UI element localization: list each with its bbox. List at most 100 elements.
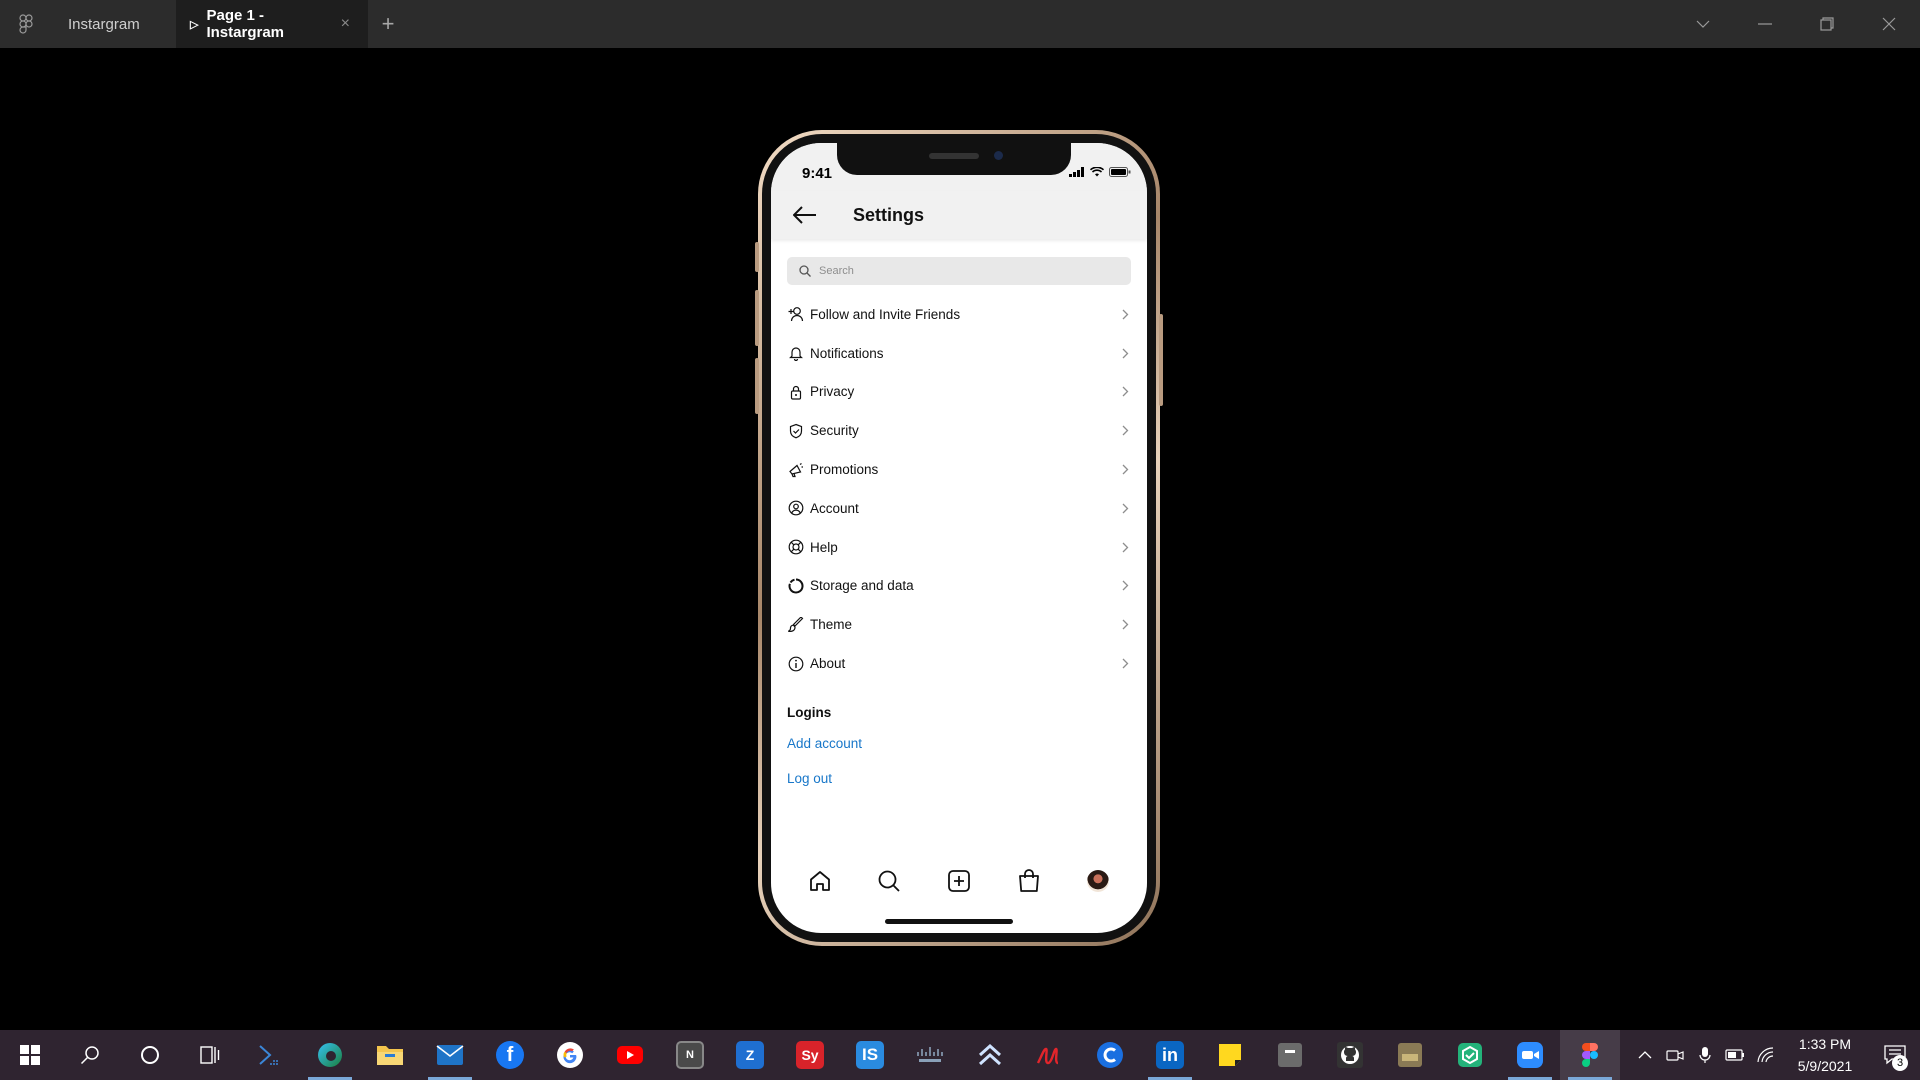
menu-item-theme[interactable]: Theme bbox=[771, 605, 1147, 644]
menu-item-label: About bbox=[810, 656, 846, 672]
taskbar-clock[interactable]: 1:33 PM 5/9/2021 bbox=[1780, 1033, 1870, 1077]
close-window-button[interactable] bbox=[1858, 0, 1920, 48]
cube-app-icon[interactable] bbox=[1440, 1030, 1500, 1080]
person-circle-icon bbox=[787, 499, 805, 517]
tab-active-label: Page 1 - Instargram bbox=[206, 7, 284, 41]
handwriting-app-icon[interactable] bbox=[1020, 1030, 1080, 1080]
terminal-app-icon[interactable] bbox=[1380, 1030, 1440, 1080]
bottom-tab-bar bbox=[771, 861, 1147, 901]
linkedin-app-icon[interactable]: in bbox=[1140, 1030, 1200, 1080]
chevron-right-icon bbox=[1119, 425, 1131, 437]
tab-instargram-file[interactable]: Instargram bbox=[52, 0, 176, 48]
figma-menu-icon[interactable] bbox=[0, 0, 52, 48]
back-arrow-icon[interactable] bbox=[791, 201, 819, 229]
c-app-icon[interactable] bbox=[1080, 1030, 1140, 1080]
new-post-icon[interactable] bbox=[943, 865, 975, 897]
vscode-icon[interactable] bbox=[240, 1030, 300, 1080]
search-input[interactable] bbox=[819, 265, 1069, 277]
home-icon[interactable] bbox=[804, 865, 836, 897]
chevron-right-icon bbox=[1119, 541, 1131, 553]
github-icon[interactable] bbox=[1320, 1030, 1380, 1080]
menu-item-storage-data[interactable]: Storage and data bbox=[771, 567, 1147, 606]
explore-search-icon[interactable] bbox=[873, 865, 905, 897]
menu-item-account[interactable]: Account bbox=[771, 489, 1147, 528]
menu-item-promotions[interactable]: Promotions bbox=[771, 450, 1147, 489]
log-out-link[interactable]: Log out bbox=[787, 761, 1131, 796]
zoho-app-icon[interactable]: Z bbox=[720, 1030, 780, 1080]
menu-item-notifications[interactable]: Notifications bbox=[771, 334, 1147, 373]
add-account-link[interactable]: Add account bbox=[787, 726, 1131, 761]
profile-avatar[interactable] bbox=[1082, 865, 1114, 897]
task-view-icon[interactable] bbox=[180, 1030, 240, 1080]
menu-item-label: Theme bbox=[810, 617, 853, 633]
windows-start-icon[interactable] bbox=[0, 1030, 60, 1080]
tab-page-1-prototype[interactable]: ▷ Page 1 - Instargram × bbox=[176, 0, 368, 48]
volume-up-button bbox=[755, 290, 759, 346]
edge-browser-icon[interactable] bbox=[300, 1030, 360, 1080]
chevron-right-icon bbox=[1119, 308, 1131, 320]
search-bar[interactable] bbox=[787, 257, 1131, 285]
chevron-right-icon bbox=[1119, 502, 1131, 514]
action-center-button[interactable]: 3 bbox=[1870, 1030, 1920, 1080]
chevron-right-icon bbox=[1119, 580, 1131, 592]
menu-item-follow-invite[interactable]: Follow and Invite Friends bbox=[771, 295, 1147, 334]
logins-section: Logins Add account Log out bbox=[771, 700, 1147, 796]
sticky-notes-icon[interactable] bbox=[1200, 1030, 1260, 1080]
is-app-icon[interactable]: IS bbox=[840, 1030, 900, 1080]
microphone-icon[interactable] bbox=[1690, 1030, 1720, 1080]
chevron-down-icon[interactable] bbox=[1672, 0, 1734, 48]
shop-bag-icon[interactable] bbox=[1013, 865, 1045, 897]
mute-switch bbox=[755, 242, 759, 272]
zoom-icon[interactable] bbox=[1500, 1030, 1560, 1080]
cisco-webex-icon[interactable] bbox=[900, 1030, 960, 1080]
menu-item-privacy[interactable]: Privacy bbox=[771, 373, 1147, 412]
add-tab-button[interactable]: + bbox=[368, 0, 408, 48]
symbolab-logo: Sy bbox=[796, 1041, 824, 1069]
mail-icon[interactable] bbox=[420, 1030, 480, 1080]
lock-icon bbox=[787, 383, 805, 401]
menu-item-label: Security bbox=[810, 423, 859, 439]
chevron-right-icon bbox=[1119, 619, 1131, 631]
page-title: Settings bbox=[853, 204, 925, 225]
settings-menu: Follow and Invite Friends Notifications … bbox=[771, 295, 1147, 683]
menu-item-label: Account bbox=[810, 500, 859, 516]
notion-app-icon[interactable]: N bbox=[660, 1030, 720, 1080]
prototype-canvas: 9:41 Settings Search Follow and Invite F… bbox=[0, 48, 1920, 1030]
menu-item-help[interactable]: Help bbox=[771, 528, 1147, 567]
menu-item-about[interactable]: About bbox=[771, 644, 1147, 683]
file-explorer-icon[interactable] bbox=[360, 1030, 420, 1080]
camera-usage-icon[interactable] bbox=[1660, 1030, 1690, 1080]
menu-item-label: Help bbox=[810, 539, 838, 555]
close-tab-icon[interactable]: × bbox=[341, 15, 350, 33]
search-icon bbox=[799, 265, 811, 277]
wifi-icon[interactable] bbox=[1750, 1030, 1780, 1080]
notch bbox=[837, 143, 1071, 175]
settings-header: Settings bbox=[771, 191, 1147, 239]
up-chevrons-app-icon[interactable] bbox=[960, 1030, 1020, 1080]
menu-item-security[interactable]: Security bbox=[771, 411, 1147, 450]
cortana-icon[interactable] bbox=[120, 1030, 180, 1080]
zoho-logo: Z bbox=[736, 1041, 764, 1069]
figma-icon[interactable] bbox=[1560, 1030, 1620, 1080]
phone-screen: 9:41 Settings Search Follow and Invite F… bbox=[771, 143, 1147, 933]
menu-item-label: Storage and data bbox=[810, 578, 914, 594]
battery-icon[interactable] bbox=[1720, 1030, 1750, 1080]
symbolab-app-icon[interactable]: Sy bbox=[780, 1030, 840, 1080]
chevron-up-icon[interactable] bbox=[1630, 1030, 1660, 1080]
bell-icon bbox=[787, 344, 805, 362]
status-bar: 9:41 bbox=[771, 143, 1147, 191]
battery-icon bbox=[1109, 167, 1131, 177]
menu-item-label: Privacy bbox=[810, 384, 855, 400]
windows-taskbar: f N Z Sy IS in 1:33 PM 5/9/2021 3 bbox=[0, 1030, 1920, 1080]
search-icon[interactable] bbox=[60, 1030, 120, 1080]
chevron-right-icon bbox=[1119, 347, 1131, 359]
restore-button[interactable] bbox=[1796, 0, 1858, 48]
archive-app-icon[interactable] bbox=[1260, 1030, 1320, 1080]
google-icon[interactable] bbox=[540, 1030, 600, 1080]
youtube-icon[interactable] bbox=[600, 1030, 660, 1080]
add-person-icon bbox=[787, 305, 805, 323]
facebook-icon[interactable]: f bbox=[480, 1030, 540, 1080]
status-time: 9:41 bbox=[802, 165, 833, 182]
minimize-button[interactable] bbox=[1734, 0, 1796, 48]
brush-icon bbox=[787, 616, 805, 634]
